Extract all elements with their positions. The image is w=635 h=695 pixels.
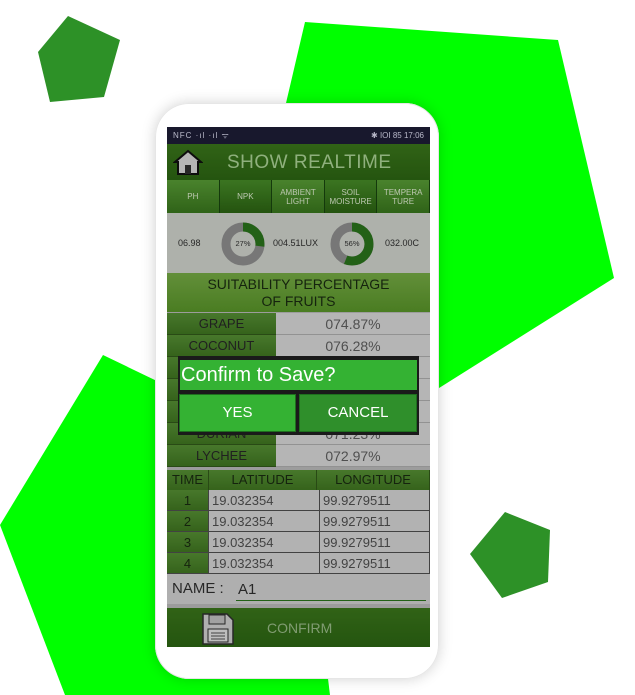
yes-button[interactable]: YES: [179, 394, 296, 432]
dark-green-pentagon-top: [38, 16, 120, 102]
confirm-dialog: Confirm to Save? YES CANCEL: [178, 356, 419, 435]
cancel-button[interactable]: CANCEL: [299, 394, 417, 432]
dark-green-pentagon-right: [470, 512, 550, 598]
dialog-title: Confirm to Save?: [180, 360, 417, 390]
